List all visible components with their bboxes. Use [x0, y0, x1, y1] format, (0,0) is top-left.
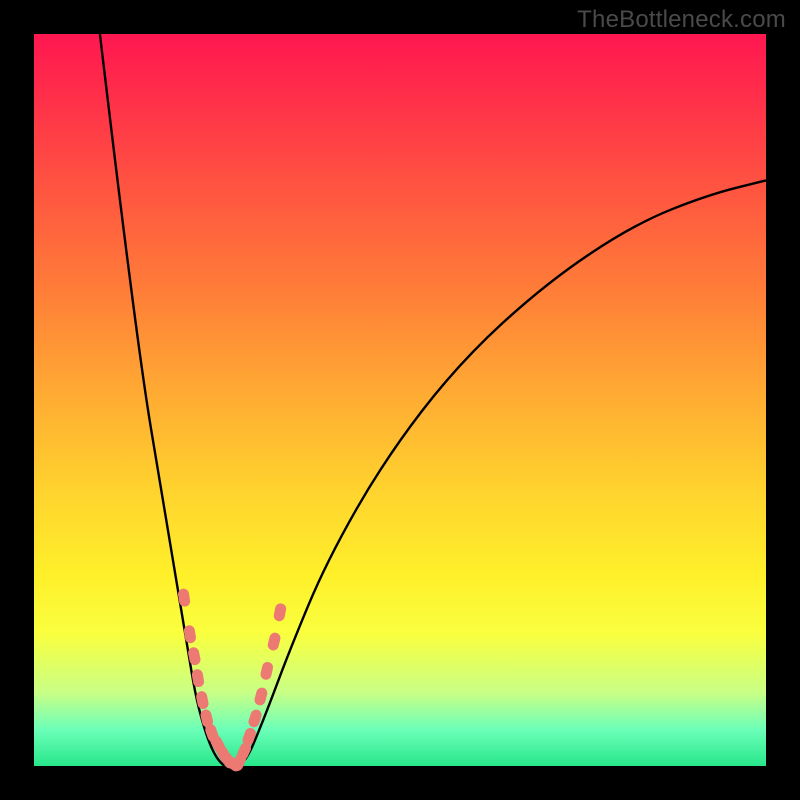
marker-point [183, 624, 197, 644]
marker-group [177, 588, 287, 774]
marker-point [267, 631, 282, 651]
curve-right-curve [239, 180, 766, 766]
plot-area [34, 34, 766, 766]
chart-container: TheBottleneck.com [0, 0, 800, 800]
marker-point [195, 690, 209, 710]
curve-left-curve [100, 34, 224, 766]
marker-point [259, 661, 274, 681]
marker-point [273, 602, 287, 622]
marker-point [253, 686, 268, 706]
chart-svg [34, 34, 766, 766]
watermark-text: TheBottleneck.com [577, 6, 786, 34]
